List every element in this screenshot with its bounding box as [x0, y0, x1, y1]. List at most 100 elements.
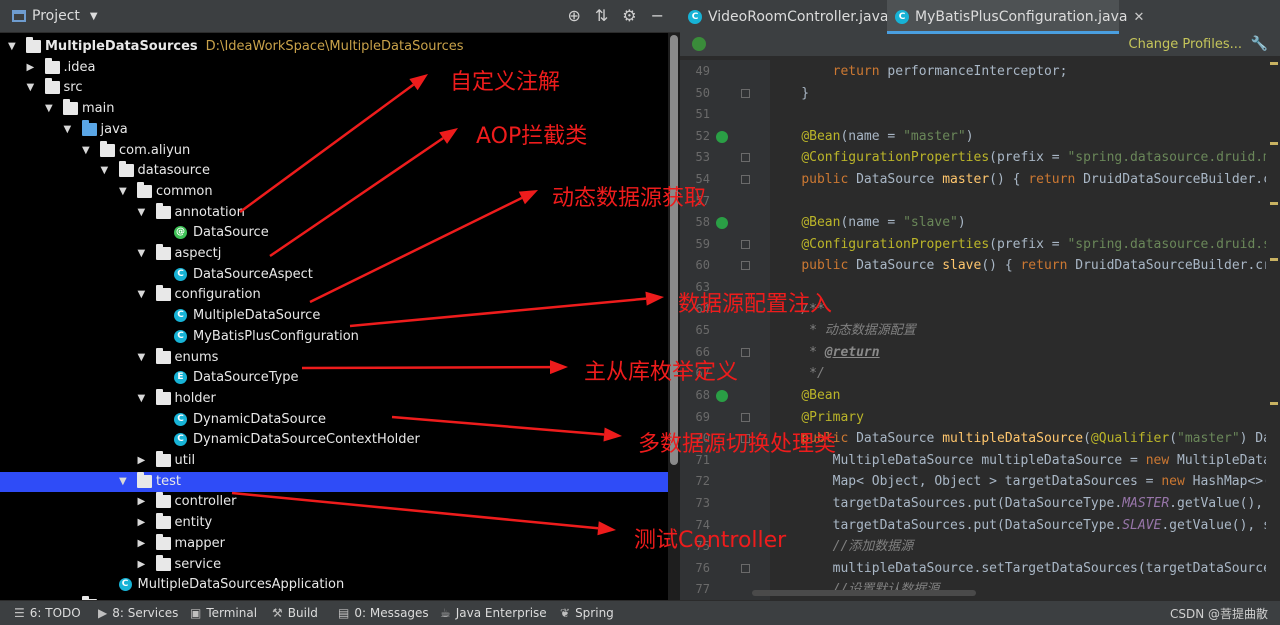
- tool-window-button[interactable]: ▤ 0: Messages: [338, 606, 429, 620]
- fold-marker-icon[interactable]: [741, 347, 750, 357]
- code-token: @Bean: [801, 388, 841, 403]
- target-icon[interactable]: ⊕: [567, 6, 580, 25]
- watermark: CSDN @菩提曲散: [1169, 607, 1268, 621]
- gear-icon[interactable]: ⚙: [622, 6, 636, 25]
- project-scroll-thumb[interactable]: [670, 35, 678, 465]
- change-profiles-link[interactable]: Change Profiles...: [1129, 37, 1243, 52]
- tree-item[interactable]: ▼ holder: [0, 388, 668, 409]
- fold-marker-icon[interactable]: [741, 261, 750, 271]
- fold-marker-icon[interactable]: [741, 175, 750, 184]
- error-stripe-marker[interactable]: [1270, 62, 1278, 65]
- wrench-icon[interactable]: 🔧: [1251, 36, 1268, 52]
- code-area[interactable]: return performanceInterceptor; } @Bean(n…: [770, 60, 1266, 600]
- collapse-arrow-icon[interactable]: ▼: [101, 161, 113, 181]
- tool-window-button[interactable]: ▶ 8: Services: [98, 606, 178, 620]
- spring-bean-gutter-icon[interactable]: [716, 130, 728, 143]
- tree-item-text: MultipleDataSourcesApplication: [137, 577, 345, 593]
- collapse-icon[interactable]: ⇅: [595, 6, 608, 25]
- spring-bean-gutter-icon[interactable]: [716, 390, 728, 402]
- code-token: (name =: [840, 128, 904, 144]
- tool-window-button[interactable]: ☕ Java Enterprise: [440, 606, 547, 620]
- code-token: multipleDataSource.setTargetDataSources(…: [770, 560, 1266, 576]
- error-stripe-marker[interactable]: [1270, 258, 1278, 261]
- tree-item-text: util: [174, 453, 196, 468]
- line-number: 51: [695, 107, 710, 122]
- tree-item[interactable]: ▼ src: [0, 78, 668, 98]
- tool-window-button[interactable]: ☰ 6: TODO: [14, 606, 81, 620]
- line-number: 58: [695, 215, 710, 230]
- tree-item[interactable]: C DynamicDataSourceContextHolder: [0, 430, 668, 450]
- line-number: 77: [695, 582, 710, 597]
- collapse-arrow-icon[interactable]: ▼: [138, 348, 150, 368]
- tree-item[interactable]: ▼ aspectj: [0, 244, 668, 264]
- expand-arrow-icon[interactable]: ▶: [138, 534, 150, 554]
- collapse-arrow-icon[interactable]: ▼: [27, 78, 39, 98]
- tree-item[interactable]: ▶ .idea: [0, 57, 668, 78]
- expand-arrow-icon[interactable]: ▶: [138, 555, 150, 575]
- code-token: @Bean: [801, 128, 841, 144]
- tree-item-text: datasource: [137, 163, 210, 179]
- code-line: @Primary: [770, 407, 864, 428]
- collapse-arrow-icon[interactable]: ▼: [45, 99, 57, 119]
- collapse-arrow-icon[interactable]: ▼: [82, 141, 94, 161]
- code-token: DruidDataSourceBuilder.c: [1083, 172, 1266, 187]
- collapse-arrow-icon[interactable]: ▼: [138, 389, 150, 409]
- tree-item-label: MyBatisPlusConfiguration: [193, 327, 359, 347]
- fold-marker-icon[interactable]: [741, 239, 750, 249]
- expand-arrow-icon[interactable]: ▶: [138, 492, 150, 512]
- code-token: @Bean: [801, 215, 841, 231]
- tree-item[interactable]: C MultipleDataSourcesApplication: [0, 575, 668, 595]
- tree-item[interactable]: ▼ datasource: [0, 161, 668, 181]
- expand-arrow-icon[interactable]: ▶: [138, 451, 150, 471]
- tree-item[interactable]: ▼ test: [0, 471, 668, 492]
- collapse-arrow-icon[interactable]: ▼: [138, 285, 150, 305]
- expand-arrow-icon[interactable]: ▶: [27, 58, 39, 78]
- error-stripe-marker[interactable]: [1270, 142, 1278, 145]
- fold-marker-icon[interactable]: [741, 88, 750, 98]
- editor-horizontal-scrollbar[interactable]: [752, 590, 976, 596]
- collapse-arrow-icon[interactable]: ▼: [64, 120, 76, 140]
- collapse-arrow-icon[interactable]: ▼: [119, 472, 131, 492]
- tree-item[interactable]: C MyBatisPlusConfiguration: [0, 327, 668, 347]
- collapse-arrow-icon[interactable]: ▼: [119, 182, 131, 202]
- tree-item[interactable]: ▼ main: [0, 99, 668, 119]
- tree-item[interactable]: ▶ service: [0, 554, 668, 575]
- fold-marker-icon[interactable]: [741, 153, 750, 163]
- minimize-icon[interactable]: −: [651, 6, 664, 25]
- tree-item[interactable]: @ DataSource: [0, 223, 668, 243]
- source-folder-icon: [81, 119, 97, 136]
- tool-window-button[interactable]: ❦ Spring: [560, 606, 614, 620]
- collapse-arrow-icon[interactable]: ▼: [8, 37, 20, 57]
- tree-item[interactable]: ▼ enums: [0, 347, 668, 368]
- editor-vertical-scrollbar[interactable]: [1266, 60, 1280, 600]
- close-icon[interactable]: ✕: [1133, 10, 1144, 25]
- code-token: targetDataSources.put(DataSourceType.: [770, 496, 1123, 511]
- tree-item[interactable]: E DataSourceType: [0, 368, 668, 388]
- collapse-arrow-icon[interactable]: ▼: [138, 244, 150, 264]
- fold-marker-icon[interactable]: [741, 412, 750, 422]
- expand-arrow-icon[interactable]: ▶: [138, 513, 150, 533]
- tree-item[interactable]: ▶ entity: [0, 513, 668, 533]
- tab-videoroomcontroller[interactable]: C VideoRoomController.java✕: [680, 0, 905, 34]
- tool-window-button[interactable]: ⚒ Build: [272, 606, 318, 620]
- spring-bean-gutter-icon[interactable]: [716, 217, 728, 230]
- tree-item[interactable]: C DataSourceAspect: [0, 265, 668, 285]
- tree-item[interactable]: ▼ MultipleDataSources D:\IdeaWorkSpace\Mul…: [0, 37, 668, 57]
- tree-item[interactable]: ▶ mapper: [0, 533, 668, 554]
- tree-item[interactable]: C DynamicDataSource: [0, 410, 668, 430]
- error-stripe-marker[interactable]: [1270, 402, 1278, 405]
- tree-item[interactable]: ▶ util: [0, 451, 668, 471]
- error-stripe-marker[interactable]: [1270, 202, 1278, 205]
- tree-item-text: mapper: [174, 535, 225, 551]
- tree-item[interactable]: ▼ configuration: [0, 285, 668, 305]
- tool-window-button[interactable]: ▣ Terminal: [190, 606, 257, 620]
- fold-marker-icon[interactable]: [741, 563, 750, 573]
- project-view-selector[interactable]: Project ▼: [12, 8, 98, 24]
- tree-item-text: DynamicDataSourceContextHolder: [193, 432, 420, 448]
- collapse-arrow-icon[interactable]: ▼: [138, 203, 150, 223]
- code-line: @ConfigurationProperties(prefix = "sprin…: [770, 234, 1266, 255]
- code-token: MultipleData: [1177, 452, 1266, 468]
- tab-mybatisplusconfiguration[interactable]: C MyBatisPlusConfiguration.java ✕: [887, 0, 1144, 34]
- tree-item[interactable]: ▶ controller: [0, 492, 668, 512]
- tree-item[interactable]: C MultipleDataSource: [0, 306, 668, 326]
